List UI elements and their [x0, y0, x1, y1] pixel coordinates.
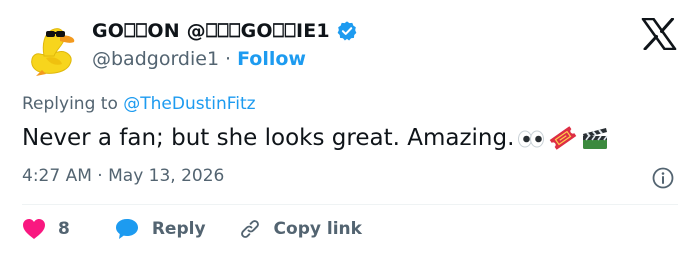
like-button[interactable]: 8: [22, 218, 70, 240]
handle-separator: ·: [225, 48, 232, 70]
reply-context-mention[interactable]: @TheDustinFitz: [123, 94, 255, 114]
ticket-icon: [550, 126, 577, 150]
eyes-icon: [518, 130, 545, 148]
author-display-name[interactable]: GO⎕⎕ON @⎕⎕⎕GO⎕⎕IE1: [92, 20, 330, 42]
reply-bubble-icon: [115, 219, 138, 239]
tweet-date[interactable]: May 13, 2026: [108, 166, 224, 186]
tweet-card: GO⎕⎕ON @⎕⎕⎕GO⎕⎕IE1 @badgordie1 · Follow …: [0, 0, 700, 256]
reply-context-prefix: Replying to: [22, 94, 118, 114]
info-icon[interactable]: [651, 166, 675, 190]
heart-icon: [23, 219, 45, 239]
author-handle-row: @badgordie1 · Follow: [92, 48, 306, 70]
divider: [22, 204, 678, 205]
copy-link-label: Copy link: [273, 219, 362, 239]
x-logo-icon[interactable]: [641, 18, 677, 50]
reply-button[interactable]: Reply: [114, 217, 206, 241]
clapper-board-icon: [583, 128, 609, 149]
reply-context: Replying to @TheDustinFitz: [22, 94, 256, 114]
duck-with-sunglasses-icon: [31, 28, 75, 76]
tweet-text-row: Never a fan; but she looks great. Amazin…: [22, 124, 610, 152]
tweet-time[interactable]: 4:27 AM: [22, 166, 92, 186]
verified-badge-icon: [337, 21, 357, 41]
author-name-row: GO⎕⎕ON @⎕⎕⎕GO⎕⎕IE1: [92, 20, 358, 42]
tweet-text: Never a fan; but she looks great. Amazin…: [22, 125, 515, 151]
author-handle[interactable]: @badgordie1: [92, 48, 219, 70]
follow-button[interactable]: Follow: [237, 48, 306, 70]
reply-label: Reply: [151, 219, 206, 239]
like-count: 8: [58, 219, 70, 239]
meta-separator: ·: [97, 166, 103, 186]
copy-link-button[interactable]: Copy link: [238, 217, 362, 241]
tweet-meta: 4:27 AM · May 13, 2026: [22, 166, 224, 186]
action-bar: 8 Reply Copy link: [22, 214, 362, 244]
avatar[interactable]: [22, 14, 86, 78]
link-icon: [240, 220, 259, 238]
